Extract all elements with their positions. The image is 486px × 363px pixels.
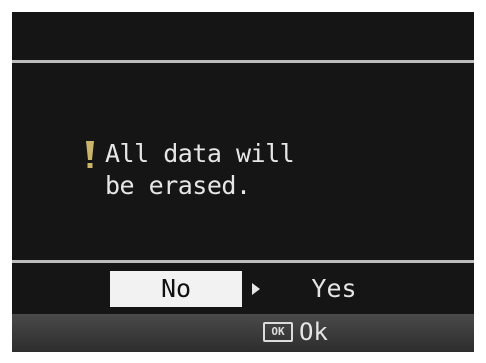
camera-lcd-screen: All data will be erased. No Yes OK Ok: [12, 12, 474, 352]
arrow-right-icon: [252, 283, 260, 295]
ok-action-label[interactable]: Ok: [299, 316, 328, 348]
footer-bar: OK Ok: [12, 314, 474, 352]
option-row: No Yes: [12, 268, 474, 310]
top-divider: [12, 60, 474, 63]
warning-message-line-2: be erased.: [105, 171, 251, 200]
bottom-divider: [12, 260, 474, 263]
yes-button[interactable]: Yes: [284, 271, 384, 307]
warning-message-line-1: All data will: [105, 139, 295, 168]
ok-key-icon: OK: [263, 322, 293, 342]
exclamation-icon: [86, 141, 94, 168]
no-button[interactable]: No: [110, 271, 242, 307]
